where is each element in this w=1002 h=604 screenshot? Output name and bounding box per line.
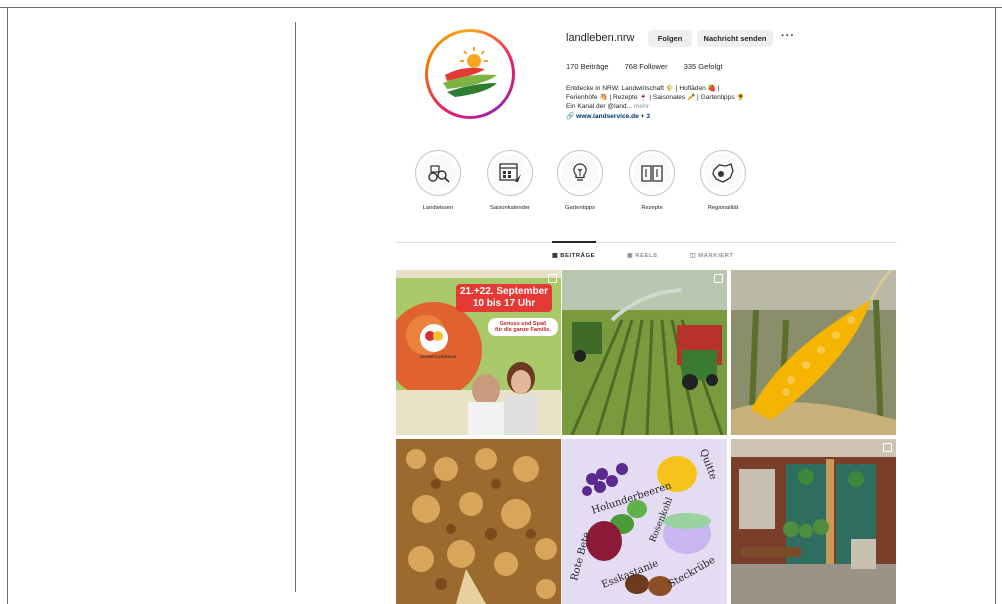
highlight-rezepte[interactable]: Rezepte [627,150,677,211]
multi-image-icon [714,274,723,283]
bio-line: Entdecke in NRW: Landwirtschaft 🌾 | Hofl… [566,85,720,92]
post-tractor-harvest[interactable] [562,270,727,435]
bio-line: Ferienhöfe 🐴 | Rezepte 🍷 | Saisonales 🥕 … [566,94,745,102]
highlight-label: Saisonkalender [490,205,530,211]
profile-avatar[interactable] [425,29,515,119]
tab-markiert[interactable]: ◫ MARKIERT [690,253,734,259]
follow-button[interactable]: Folgen [648,30,692,47]
event-time: 10 bis 17 Uhr [472,298,536,309]
highlight-gartentipps[interactable]: Gartentipps [555,150,605,211]
tabs-divider [396,242,897,243]
window-left-border [7,7,8,604]
landleben-logo-icon [443,47,497,97]
lightbulb-icon [573,163,587,181]
highlight-label: Rezepte [641,205,663,211]
post-event-poster[interactable]: 21.+22. September 10 bis 17 Uhr Genuss u… [396,270,561,435]
active-tab-indicator [552,241,596,243]
profile-username: landleben.nrw [566,32,635,44]
highlight-label: Gartentipps [565,205,595,211]
nrw-map-icon [712,163,734,183]
tab-reels[interactable]: ▣ REELS [627,253,658,259]
followers-count[interactable]: 768 Follower [625,62,668,71]
reels-icon: ▣ [627,253,634,259]
window-top-border [0,7,1002,8]
bio-line: Ein Kanal der @land... [566,103,633,111]
tractor-magnifier-icon [428,165,450,183]
bio-more-link[interactable]: mehr [634,103,649,110]
post-seasonal-produce[interactable]: Holunderbeeren Quitte Rosenkohl Rote Bet… [562,439,727,604]
link-icon: 🔗 [566,113,575,120]
highlight-regionalitaet[interactable]: Regionalität [698,150,748,211]
recipe-book-icon [641,165,663,182]
event-tagline: für die ganze Familie. [495,327,551,333]
calendar-carrot-icon [499,163,521,182]
profile-link-text[interactable]: www.landservice.de + 3 [576,113,650,120]
highlight-label: Landwissen [422,205,454,211]
tab-beitraege[interactable]: ▦ BEITRÄGE [552,253,595,259]
grid-icon: ▦ [552,253,559,259]
post-farm-shop[interactable] [731,439,896,604]
highlight-landwissen[interactable]: Landwissen [413,150,463,211]
profile-bio: Entdecke in NRW: Landwirtschaft 🌾 | Hofl… [566,84,796,112]
multi-image-icon [548,274,557,283]
multi-image-icon [883,443,892,452]
tagged-icon: ◫ [690,253,697,259]
more-options-icon[interactable]: ··· [781,30,795,42]
sidebar-divider [295,22,296,592]
event-date: 21.+22. September [459,286,549,297]
posts-count: 170 Beiträge [566,62,609,71]
highlight-saisonkalender[interactable]: Saisonkalender [485,150,535,211]
poster-brand: SCHMITZ-HÜRSCH [420,354,457,359]
following-count[interactable]: 335 Gefolgt [684,62,723,71]
highlight-label: Regionalität [707,205,739,211]
window-right-border [995,7,996,604]
profile-link[interactable]: 🔗 www.landservice.de + 3 [566,112,650,120]
send-message-button[interactable]: Nachricht senden [697,30,773,47]
post-crumble-cake[interactable] [396,439,561,604]
post-corn-cob[interactable] [731,270,896,435]
profile-stats: 170 Beiträge 768 Follower 335 Gefolgt [566,62,736,71]
